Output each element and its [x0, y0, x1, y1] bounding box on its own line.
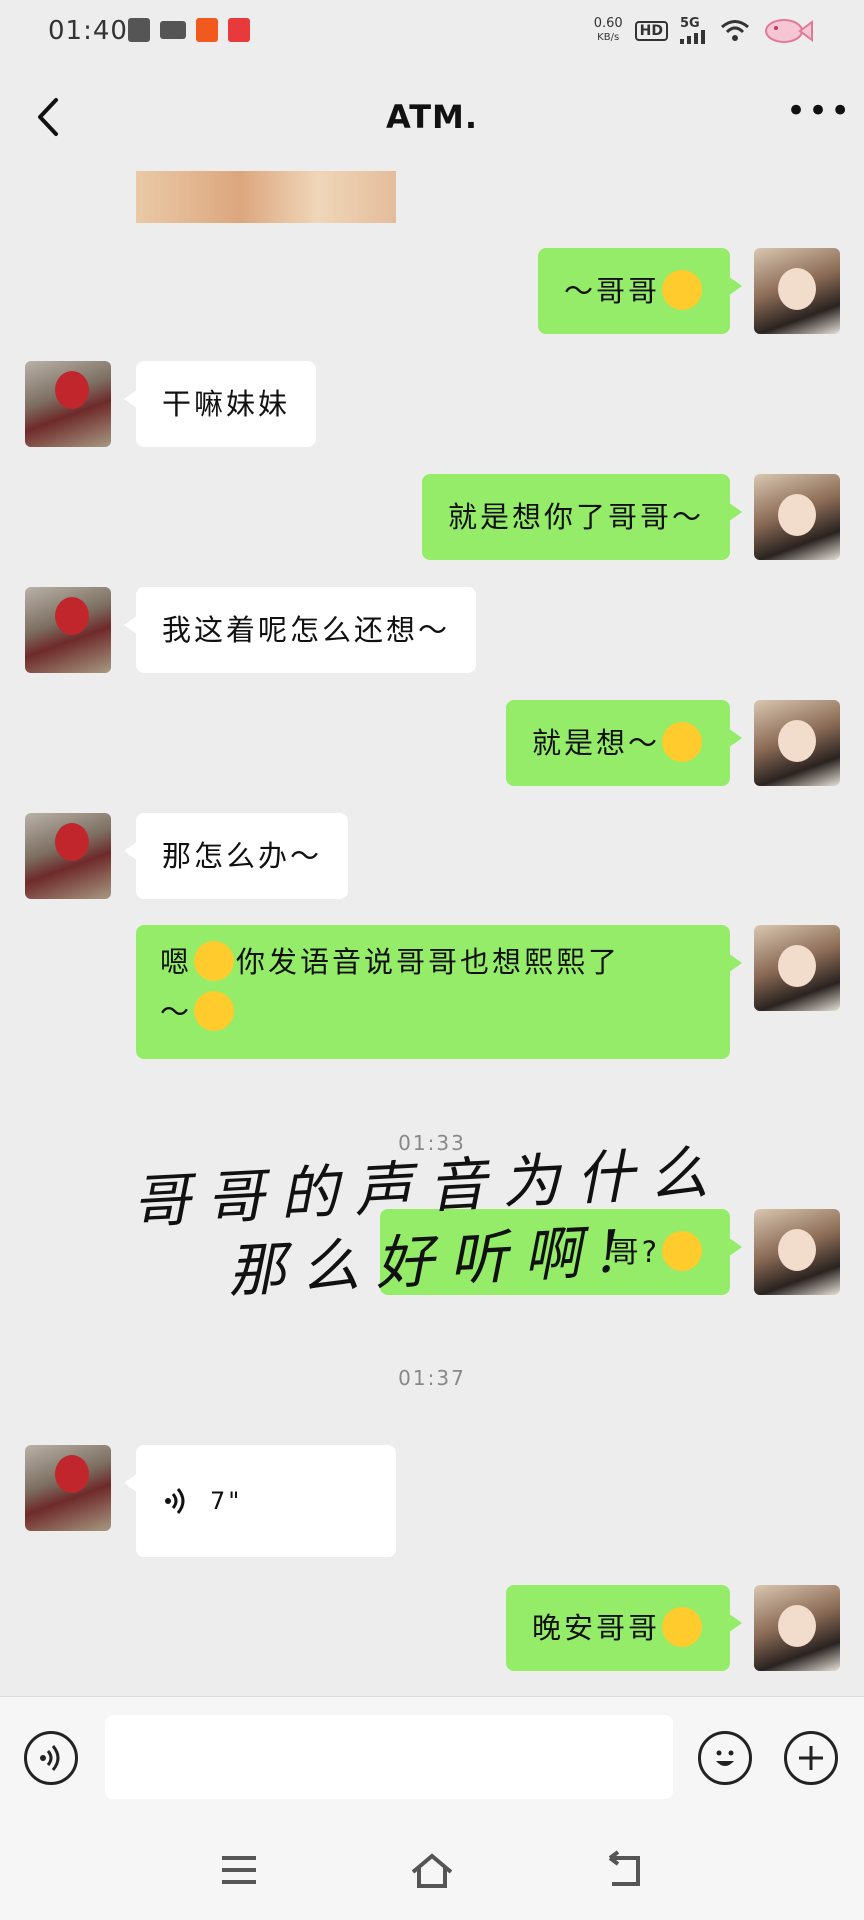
message-bubble[interactable]: 干嘛妹妹 [123, 361, 317, 447]
message-bubble[interactable]: 就是想～ [505, 700, 743, 786]
app-taobao-icon [228, 18, 250, 42]
hd-badge: HD [634, 21, 668, 41]
video-camera-icon [160, 21, 186, 39]
smiling-face-icon [662, 1607, 702, 1647]
contact-avatar[interactable] [25, 587, 111, 673]
my-avatar[interactable] [754, 1209, 840, 1295]
chat-header: ATM. ••• [0, 66, 864, 171]
my-avatar[interactable] [754, 1585, 840, 1671]
battery-fish-icon [765, 19, 813, 43]
shield-check-icon [128, 18, 150, 42]
overlay-caption: 哥哥的声音为什么 那么好听啊! [130, 1137, 726, 1306]
contact-avatar[interactable] [25, 1445, 111, 1531]
chat-area[interactable]: ～哥哥 干嘛妹妹 就是想你了哥哥～ 我这着呢怎么还想～ 就是想～ 那怎么办～ 嗯… [0, 171, 864, 1696]
status-notification-icons [128, 18, 250, 42]
more-dots-icon[interactable]: ••• [786, 94, 850, 136]
contact-avatar[interactable] [25, 813, 111, 899]
emoji-icon[interactable] [698, 1731, 752, 1785]
chat-title: ATM. [385, 98, 479, 136]
my-avatar[interactable] [754, 925, 840, 1011]
net-speed: 0.60 KB/s [593, 16, 623, 44]
partial-image-message[interactable] [136, 171, 396, 223]
back-nav-icon[interactable] [600, 1850, 650, 1890]
signal-icon: 5G [680, 17, 708, 44]
wifi-icon [721, 20, 749, 41]
winking-face-with-tongue-icon [194, 991, 235, 1031]
face-with-hand-over-mouth-icon [662, 722, 702, 762]
message-bubble[interactable]: 晚安哥哥 [505, 1585, 743, 1671]
my-avatar[interactable] [754, 474, 840, 560]
home-icon[interactable] [407, 1850, 457, 1890]
message-bubble[interactable]: 那怎么办～ [123, 813, 349, 899]
input-bar [0, 1696, 864, 1821]
message-bubble[interactable]: 我这着呢怎么还想～ [123, 587, 477, 673]
menu-icon[interactable] [214, 1850, 264, 1890]
status-right-icons: 0.60 KB/s HD 5G [594, 16, 814, 46]
voice-duration: 7" [210, 1487, 243, 1515]
contact-avatar[interactable] [25, 361, 111, 447]
my-avatar[interactable] [754, 248, 840, 334]
message-bubble[interactable]: ～哥哥 [537, 248, 743, 334]
app-233-icon [196, 18, 218, 42]
voice-message-bubble[interactable]: 7" [124, 1445, 396, 1557]
winking-face-with-tongue-icon [662, 270, 702, 310]
my-avatar[interactable] [754, 700, 840, 786]
add-icon[interactable] [784, 1731, 838, 1785]
thinking-face-icon [194, 941, 235, 981]
voice-wave-icon [165, 1488, 185, 1514]
status-time: 01:40 [48, 16, 128, 46]
timestamp: 01:37 [398, 1366, 466, 1390]
message-bubble[interactable]: 嗯你发语音说哥哥也想熙熙了～ [136, 925, 742, 1059]
voice-input-icon[interactable] [24, 1731, 78, 1785]
system-navigation-bar [0, 1820, 864, 1920]
message-input[interactable] [105, 1715, 673, 1799]
status-bar: 01:40 0.60 KB/s HD 5G [0, 0, 864, 66]
message-bubble[interactable]: 就是想你了哥哥～ [421, 474, 743, 560]
